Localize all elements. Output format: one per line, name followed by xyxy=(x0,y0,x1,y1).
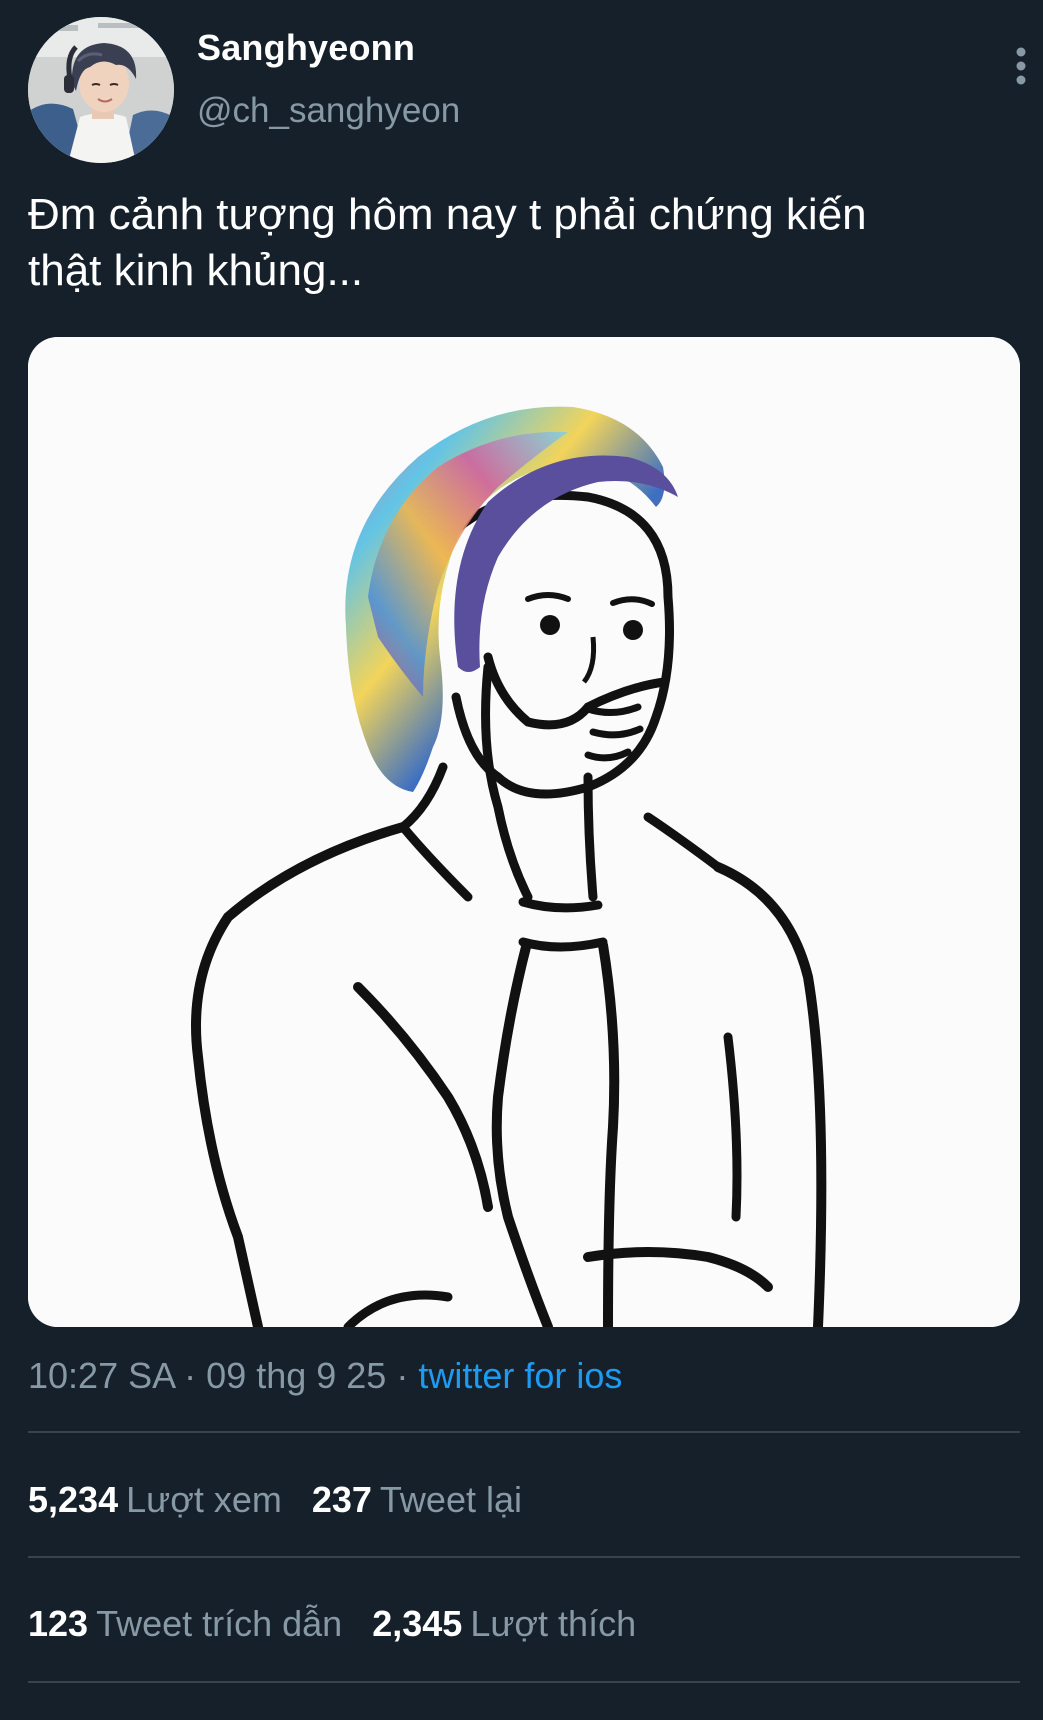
user-handle[interactable]: @ch_sanghyeon xyxy=(197,91,460,131)
stats-row-1: 5,234 Lượt xem 237 Tweet lại xyxy=(28,1479,552,1521)
surprised-person-illustration xyxy=(28,337,1020,1327)
retweets-count: 237 xyxy=(311,1479,372,1520)
more-options-button[interactable] xyxy=(1006,44,1036,88)
retweets-stat[interactable]: 237 Tweet lại xyxy=(312,1479,522,1521)
avatar-photo xyxy=(28,17,174,163)
retweets-label: Tweet lại xyxy=(379,1479,522,1520)
divider xyxy=(28,1556,1020,1558)
tweet-metadata: 10:27 SA · 09 thg 9 25 · twitter for ios xyxy=(28,1355,622,1397)
views-count: 5,234 xyxy=(28,1479,119,1520)
divider xyxy=(28,1431,1020,1433)
quotes-count: 123 xyxy=(28,1603,89,1644)
divider xyxy=(28,1681,1020,1683)
likes-count: 2,345 xyxy=(372,1603,463,1644)
vertical-ellipsis-icon xyxy=(1016,47,1026,85)
tweet-text: Đm cảnh tượng hôm nay t phải chứng kiến t… xyxy=(28,187,1018,299)
tweet-time: 10:27 SA xyxy=(28,1355,175,1396)
likes-stat[interactable]: 2,345 Lượt thích xyxy=(372,1603,636,1645)
tweet-text-line-2: thật kinh khủng... xyxy=(28,246,364,295)
quotes-stat[interactable]: 123 Tweet trích dẫn xyxy=(28,1603,342,1645)
meta-separator: · xyxy=(184,1355,197,1396)
quotes-label: Tweet trích dẫn xyxy=(96,1603,343,1644)
stats-row-2: 123 Tweet trích dẫn 2,345 Lượt thích xyxy=(28,1603,666,1645)
likes-label: Lượt thích xyxy=(470,1603,637,1644)
meta-separator-2: · xyxy=(396,1355,409,1396)
tweet-media-image[interactable] xyxy=(28,337,1020,1327)
tweet-source-link[interactable]: twitter for ios xyxy=(418,1355,622,1396)
display-name[interactable]: Sanghyeonn xyxy=(197,27,415,69)
tweet-date: 09 thg 9 25 xyxy=(206,1355,387,1396)
tweet-text-line-1: Đm cảnh tượng hôm nay t phải chứng kiến xyxy=(28,190,867,239)
views-label: Lượt xem xyxy=(126,1479,282,1520)
views-stat[interactable]: 5,234 Lượt xem xyxy=(28,1479,282,1521)
avatar[interactable] xyxy=(28,17,174,163)
